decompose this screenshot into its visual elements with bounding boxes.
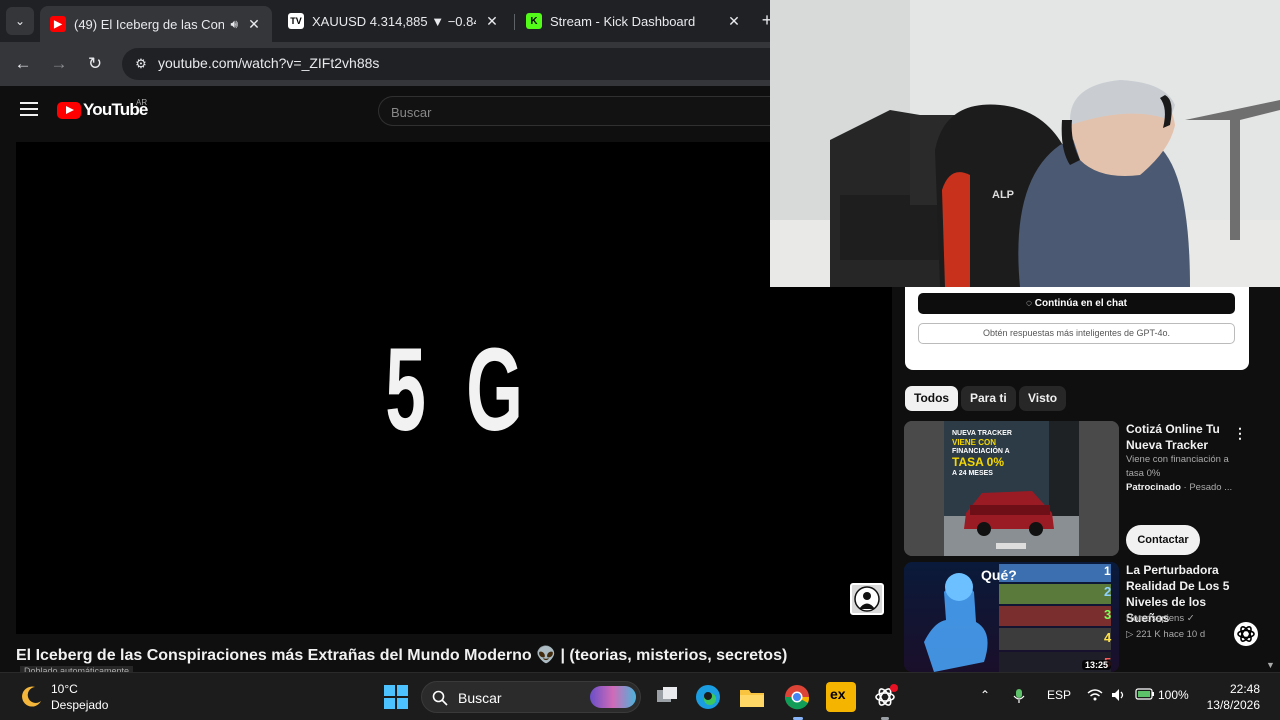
svg-text:ALP: ALP [992,189,1014,201]
video-frame-text: 5 G [385,324,527,456]
channel-line: Homosapiens ✓ [1126,612,1236,626]
reload-icon[interactable]: ↻ [81,50,109,78]
exness-app-icon[interactable]: ex [826,682,856,712]
windows-taskbar: 10°C Despejado Buscar ex ⌃ ESP 100% 22:4… [0,672,1280,720]
youtube-play-logo-icon [57,101,81,119]
more-options-icon[interactable]: ⋮ [1232,425,1248,441]
gpt4o-upgrade-button[interactable]: Obtén respuestas más inteligentes de GPT… [918,323,1235,344]
tab-separator [514,14,515,30]
task-view-icon[interactable] [652,682,682,712]
address-bar[interactable]: ⚙ youtube.com/watch?v=_ZIFt2vh88s [122,48,822,80]
channel-name[interactable]: Homosapiens [1126,613,1184,624]
youtube-logo[interactable]: YouTube [57,100,148,120]
system-clock[interactable]: 22:48 13/8/2026 [1196,681,1260,713]
ad-description: Viene con financiación a tasa 0% [1126,454,1229,479]
tab-title: (49) El Iceberg de las Consp [74,16,225,32]
tray-chevron-up-icon[interactable]: ⌃ [980,688,990,702]
video-duration: 13:25 [1082,660,1112,670]
weather-description: Despejado [51,698,109,712]
ad-title[interactable]: Cotizá Online Tu Nueva Tracker [1126,421,1238,453]
level-4: 4 [1104,630,1112,645]
chip-todos[interactable]: Todos [905,386,959,411]
tab-youtube[interactable]: ▶ (49) El Iceberg de las Consp 🔊︎ ✕ [40,6,272,42]
youtube-search-box[interactable] [378,96,778,126]
moon-weather-icon[interactable] [20,684,44,708]
back-arrow-icon[interactable]: ← [9,50,37,78]
search-highlight-icon [590,686,636,708]
ad-thumb-line4: TASA 0% [952,455,1005,469]
volume-icon[interactable] [1111,688,1127,705]
channel-watermark-icon[interactable] [850,583,884,615]
scroll-down-arrow-icon[interactable]: ▼ [1266,660,1275,670]
audio-playing-icon[interactable]: 🔊︎ [230,17,238,32]
continue-in-chat-button[interactable]: ◌ Continúa en el chat [918,293,1235,314]
level-3: 3 [1104,607,1112,622]
wifi-icon[interactable] [1087,688,1103,705]
menu-hamburger-icon[interactable] [20,102,38,116]
close-tab-icon[interactable]: ✕ [484,13,500,29]
youtube-favicon-icon: ▶ [50,16,66,32]
url-text[interactable]: youtube.com/watch?v=_ZIFt2vh88s [158,55,379,71]
ad-thumb-line5: A 24 MESES [952,470,993,477]
site-info-icon[interactable]: ⚙ [130,53,152,75]
country-code: AR [136,98,148,107]
search-icon [432,690,448,706]
continue-in-chat-label: Continúa en el chat [1034,298,1127,309]
edge-browser-icon[interactable] [693,682,723,712]
ad-thumb-line2: VIENE CON [952,438,997,447]
video-player[interactable]: 5 G [16,142,892,634]
forward-arrow-icon[interactable]: → [45,50,73,78]
chatgpt-app-icon[interactable] [870,682,900,712]
close-tab-icon[interactable]: ✕ [726,13,742,29]
clock-date: 13/8/2026 [1206,698,1260,712]
taskbar-search[interactable]: Buscar [421,681,641,713]
contact-button[interactable]: Contactar [1126,525,1200,555]
chat-bubble-icon: ◌ [1026,298,1035,309]
webcam-overlay: ALP [770,0,1280,287]
level-2: 2 [1104,584,1112,599]
battery-percent: 100% [1158,688,1189,702]
clock-time: 22:48 [1229,682,1260,696]
tradingview-favicon-icon: TV [288,13,304,29]
chatgpt-panel: ◌ Continúa en el chat Obtén respuestas m… [905,286,1249,370]
tab-title: XAUUSD 4.314,885 ▼ −0.84% S [312,13,476,29]
chatgpt-logo-icon[interactable] [1233,621,1259,647]
chrome-browser-icon[interactable] [782,682,812,712]
advertiser-name: · Pesado ... [1183,482,1233,493]
sponsored-label: Patrocinado [1126,482,1181,493]
ad-thumbnail[interactable]: NUEVA TRACKER VIENE CON FINANCIACIÓN A T… [904,421,1119,556]
taskbar-search-label: Buscar [458,690,502,706]
battery-charging-icon[interactable] [1135,688,1155,703]
level-1: 1 [1104,564,1111,578]
temperature: 10°C [51,682,78,696]
close-tab-icon[interactable]: ✕ [246,16,262,32]
windows-start-icon[interactable] [381,682,411,712]
tab-kick-dashboard[interactable]: K Stream - Kick Dashboard ✕ [516,6,752,36]
ad-sponsor-line: Patrocinado · Pesado ... [1126,481,1236,495]
kick-favicon-icon: K [526,13,542,29]
tab-search-chevron-icon[interactable]: ⌄ [6,7,34,35]
microphone-icon[interactable] [1013,688,1025,707]
youtube-search-input[interactable] [391,102,761,122]
ad-thumb-line1: NUEVA TRACKER [952,430,1012,437]
video-views-age: ▷ 221 K hace 10 d [1126,629,1206,640]
tab-title: Stream - Kick Dashboard [550,13,696,29]
tab-tradingview[interactable]: TV XAUUSD 4.314,885 ▼ −0.84% S ✕ [278,6,510,36]
input-language[interactable]: ESP [1047,688,1071,702]
video-title: El Iceberg de las Conspiraciones más Ext… [16,647,788,664]
chip-visto[interactable]: Visto [1019,386,1067,411]
thumb-label: Qué? [981,567,1017,583]
video-thumbnail[interactable]: Qué? 1 2 3 4 5 13:25 [904,562,1119,672]
exness-logo-icon: ex [830,686,846,702]
verified-check-icon: ✓ [1186,613,1195,624]
file-explorer-icon[interactable] [737,682,767,712]
chip-para-ti[interactable]: Para ti [961,386,1016,411]
